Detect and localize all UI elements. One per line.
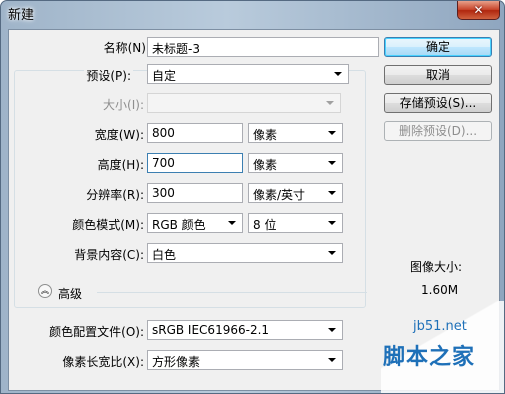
resolution-label: 分辨率(R): — [86, 188, 144, 202]
size-select[interactable] — [147, 93, 341, 113]
chevron-down-icon — [328, 251, 336, 255]
watermark-logo: 脚本之家 — [383, 345, 476, 370]
name-label: 名称(N): — [103, 41, 150, 55]
title-bar[interactable]: 新建 ✕ — [1, 1, 504, 25]
name-input[interactable]: 未标题-3 — [147, 37, 379, 57]
chevron-down-icon — [326, 101, 334, 105]
pixel-aspect-label: 像素长宽比(X): — [62, 355, 144, 369]
chevron-down-icon — [328, 358, 336, 362]
height-unit-select[interactable]: 像素 — [248, 153, 343, 173]
background-label: 背景内容(C): — [74, 248, 144, 262]
preset-label: 预设(P): — [84, 67, 133, 84]
image-size-value: 1.60M — [421, 283, 459, 297]
color-profile-select[interactable]: sRGB IEC61966-2.1 — [147, 320, 343, 340]
color-mode-label: 颜色模式(M): — [72, 218, 144, 232]
preset-select[interactable]: 自定 — [147, 64, 349, 84]
color-profile-label: 颜色配置文件(O): — [49, 325, 144, 339]
watermark-url: jb51.net — [413, 319, 467, 334]
save-preset-button[interactable]: 存储预设(S)... — [384, 93, 492, 113]
bit-depth-select[interactable]: 8 位 — [248, 213, 343, 233]
chevron-down-icon — [228, 221, 236, 225]
width-unit-select[interactable]: 像素 — [248, 123, 343, 143]
width-label: 宽度(W): — [94, 128, 144, 142]
chevron-down-icon — [334, 72, 342, 76]
background-select[interactable]: 白色 — [147, 243, 343, 263]
pixel-aspect-select[interactable]: 方形像素 — [147, 350, 343, 370]
image-size-label: 图像大小: — [410, 260, 463, 274]
chevron-down-icon — [328, 131, 336, 135]
resolution-input[interactable]: 300 — [147, 183, 243, 203]
close-icon: ✕ — [473, 3, 484, 17]
chevron-down-icon — [328, 328, 336, 332]
height-label: 高度(H): — [97, 158, 144, 172]
chevron-down-icon — [328, 221, 336, 225]
advanced-label[interactable]: 高级 — [58, 285, 82, 302]
resolution-unit-select[interactable]: 像素/英寸 — [248, 183, 343, 203]
chevron-down-icon — [328, 191, 336, 195]
new-document-dialog: 新建 ✕ 名称(N): 未标题-3 预设(P): 自定 大小(I): 宽度(W)… — [0, 0, 505, 394]
close-button[interactable]: ✕ — [457, 1, 500, 20]
cancel-button[interactable]: 取消 — [384, 65, 492, 85]
chevron-down-icon — [328, 161, 336, 165]
color-mode-select[interactable]: RGB 颜色 — [147, 213, 243, 233]
size-label: 大小(I): — [103, 98, 144, 112]
height-input[interactable]: 700 — [147, 153, 243, 173]
collapse-advanced-icon[interactable]: ︽ — [38, 284, 52, 298]
window-title: 新建 — [8, 8, 35, 23]
width-input[interactable]: 800 — [147, 123, 243, 143]
delete-preset-button[interactable]: 删除预设(D)... — [384, 121, 492, 141]
ok-button[interactable]: 确定 — [384, 37, 492, 57]
advanced-divider — [97, 292, 367, 293]
